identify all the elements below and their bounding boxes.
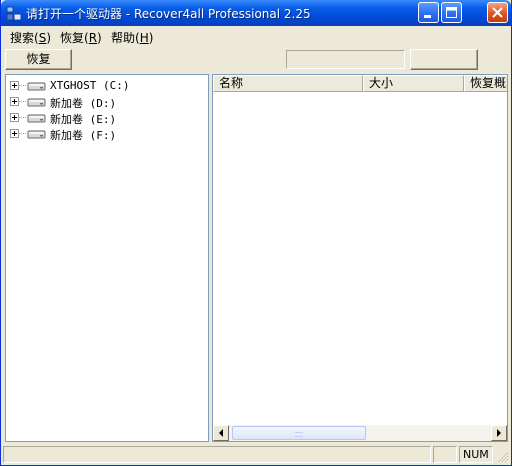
column-header-size[interactable]: 大小 <box>363 75 464 92</box>
expand-icon[interactable] <box>10 113 19 122</box>
tree-item-drive-e[interactable]: 新加卷 (E:) <box>10 110 200 126</box>
file-list[interactable]: 名称 大小 恢复概 <box>212 74 508 442</box>
resize-grip-icon[interactable] <box>497 451 509 463</box>
menu-help-label: 帮助 <box>111 31 136 45</box>
arrow-right-icon <box>497 429 501 437</box>
tree-item-label: 新加卷 (F:) <box>50 129 117 142</box>
scroll-grip <box>295 432 303 437</box>
status-bar: NUM <box>1 445 511 465</box>
arrow-left-icon <box>219 429 223 437</box>
restore-button[interactable]: 恢复 <box>5 49 72 70</box>
title-bar[interactable]: 请打开一个驱动器 - Recover4all Professional 2.25 <box>1 0 511 26</box>
app-window: 请打开一个驱动器 - Recover4all Professional 2.25… <box>0 0 512 466</box>
status-panel-caps <box>433 446 457 463</box>
tree-connector <box>19 101 26 102</box>
menu-search-label: 搜索 <box>10 31 35 45</box>
drive-tree[interactable]: XTGHOST (C:) 新加卷 (D:) 新加卷 (E:) 新加卷 (F:) <box>5 74 209 442</box>
menu-restore-key: R <box>88 31 98 45</box>
toolbar-status-field <box>286 50 405 69</box>
expand-icon[interactable] <box>10 81 19 90</box>
maximize-button[interactable] <box>441 2 462 23</box>
hard-drive-icon <box>27 114 46 123</box>
minimize-icon <box>424 15 431 18</box>
menu-restore-label: 恢复 <box>60 31 85 45</box>
column-header-name[interactable]: 名称 <box>213 75 363 92</box>
app-icon <box>6 6 22 21</box>
toolbar-blank-button[interactable] <box>410 49 478 70</box>
horizontal-scrollbar[interactable] <box>213 425 507 441</box>
scroll-right-button[interactable] <box>491 425 507 441</box>
tree-connector <box>19 117 26 118</box>
expand-icon[interactable] <box>10 129 19 138</box>
hard-drive-icon <box>27 98 46 107</box>
close-button[interactable] <box>487 2 508 23</box>
list-header: 名称 大小 恢复概 <box>213 75 507 92</box>
menu-restore[interactable]: 恢复(R) <box>60 29 102 46</box>
maximize-icon <box>446 7 457 18</box>
tree-item-label: 新加卷 (E:) <box>50 113 117 126</box>
tree-item-drive-d[interactable]: 新加卷 (D:) <box>10 94 200 110</box>
minimize-button[interactable] <box>418 2 439 23</box>
tree-item-label: XTGHOST (C:) <box>50 79 130 92</box>
menu-search[interactable]: 搜索(S) <box>10 29 51 46</box>
status-panel-main <box>3 446 431 463</box>
tree-item-drive-f[interactable]: 新加卷 (F:) <box>10 126 200 142</box>
hard-drive-icon <box>27 130 46 139</box>
menu-help[interactable]: 帮助(H) <box>111 29 153 46</box>
scroll-left-button[interactable] <box>213 425 229 441</box>
menu-help-key: H <box>139 31 149 45</box>
tree-connector <box>19 133 26 134</box>
menu-bar: 搜索(S) 恢复(R) 帮助(H) <box>1 27 511 46</box>
tree-item-label: 新加卷 (D:) <box>50 97 117 110</box>
status-num: NUM <box>459 446 493 463</box>
close-icon <box>492 7 503 18</box>
tree-connector <box>19 85 26 86</box>
expand-icon[interactable] <box>10 97 19 106</box>
tree-item-drive-c[interactable]: XTGHOST (C:) <box>10 78 200 94</box>
menu-search-key: S <box>38 31 47 45</box>
scroll-thumb[interactable] <box>232 426 366 440</box>
window-title: 请打开一个驱动器 - Recover4all Professional 2.25 <box>26 7 311 21</box>
column-header-recovery[interactable]: 恢复概 <box>464 75 507 92</box>
hard-drive-icon <box>27 82 46 91</box>
